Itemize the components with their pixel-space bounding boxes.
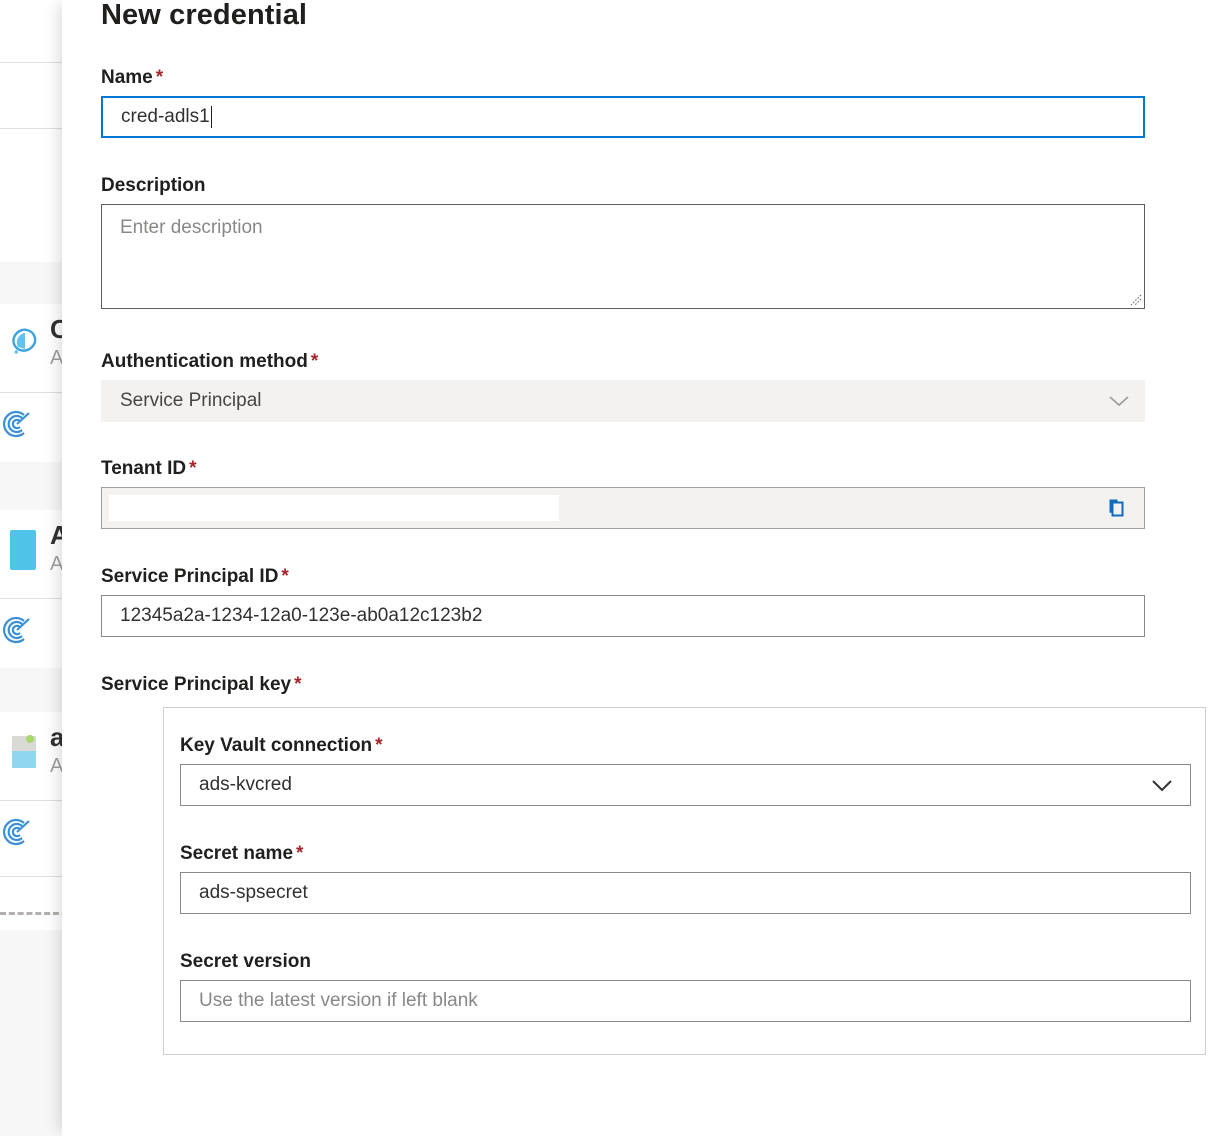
required-asterisk: *	[281, 566, 288, 587]
name-label: Name*	[101, 66, 1145, 90]
new-credential-panel: New credential Name* cred-adls1 Descript…	[62, 0, 1231, 1136]
name-input-value: cred-adls1	[121, 106, 210, 128]
purview-icon	[8, 322, 42, 362]
secret-name-value: ads-spsecret	[199, 882, 308, 904]
copy-icon[interactable]	[1104, 495, 1130, 521]
service-principal-key-groupbox: Key Vault connection* ads-kvcred Secret …	[163, 707, 1206, 1055]
field-name: Name* cred-adls1	[101, 66, 1145, 138]
required-asterisk: *	[311, 351, 318, 372]
description-label: Description	[101, 174, 1145, 198]
secret-version-placeholder: Use the latest version if left blank	[199, 990, 478, 1012]
auth-method-label-text: Authentication method	[101, 351, 308, 372]
key-vault-connection-value: ads-kvcred	[199, 774, 292, 796]
service-principal-id-label: Service Principal ID*	[101, 565, 1145, 589]
service-principal-key-group-label: Service Principal key*	[101, 673, 1145, 703]
key-vault-connection-dropdown[interactable]: ads-kvcred	[180, 764, 1191, 806]
required-asterisk: *	[156, 67, 163, 88]
service-principal-id-label-text: Service Principal ID	[101, 566, 278, 587]
chevron-down-icon	[1106, 393, 1132, 409]
description-textarea[interactable]: Enter description	[101, 204, 1145, 309]
required-asterisk: *	[294, 674, 301, 695]
service-principal-id-input[interactable]: 12345a2a-1234-12a0-123e-ab0a12c123b2	[101, 595, 1145, 637]
resize-grip-icon[interactable]	[1128, 292, 1142, 306]
field-service-principal-id: Service Principal ID* 12345a2a-1234-12a0…	[101, 565, 1145, 637]
field-description: Description Enter description	[101, 174, 1145, 309]
text-caret	[211, 106, 212, 128]
bucket-icon	[8, 730, 42, 770]
field-secret-name: Secret name* ads-spsecret	[180, 842, 1191, 914]
tenant-id-input[interactable]	[101, 487, 1145, 529]
service-principal-id-value: 12345a2a-1234-12a0-123e-ab0a12c123b2	[120, 605, 482, 627]
secret-name-label: Secret name*	[180, 842, 1191, 866]
secret-version-label: Secret version	[180, 950, 1191, 974]
name-label-text: Name	[101, 67, 153, 88]
tenant-id-label: Tenant ID*	[101, 457, 1145, 481]
secret-version-input[interactable]: Use the latest version if left blank	[180, 980, 1191, 1022]
required-asterisk: *	[375, 735, 382, 756]
required-asterisk: *	[189, 458, 196, 479]
secret-name-label-text: Secret name	[180, 843, 293, 864]
adls-icon	[8, 528, 42, 568]
key-vault-connection-label: Key Vault connection*	[180, 734, 1191, 758]
auth-method-value: Service Principal	[120, 390, 262, 412]
field-key-vault-connection: Key Vault connection* ads-kvcred	[180, 734, 1191, 806]
auth-method-dropdown[interactable]: Service Principal	[101, 380, 1145, 422]
field-secret-version: Secret version Use the latest version if…	[180, 950, 1191, 1022]
service-principal-key-label: Service Principal key*	[101, 673, 1145, 697]
auth-method-label: Authentication method*	[101, 350, 1145, 374]
key-vault-connection-label-text: Key Vault connection	[180, 735, 372, 756]
page-title: New credential	[101, 0, 307, 32]
name-input[interactable]: cred-adls1	[101, 96, 1145, 138]
field-tenant-id: Tenant ID*	[101, 457, 1145, 529]
tenant-id-label-text: Tenant ID	[101, 458, 186, 479]
service-principal-key-label-text: Service Principal key	[101, 674, 291, 695]
secret-name-input[interactable]: ads-spsecret	[180, 872, 1191, 914]
field-auth-method: Authentication method* Service Principal	[101, 350, 1145, 422]
tenant-id-redacted-value	[109, 495, 559, 521]
required-asterisk: *	[296, 843, 303, 864]
chevron-down-icon	[1148, 776, 1176, 794]
description-placeholder: Enter description	[120, 217, 263, 238]
